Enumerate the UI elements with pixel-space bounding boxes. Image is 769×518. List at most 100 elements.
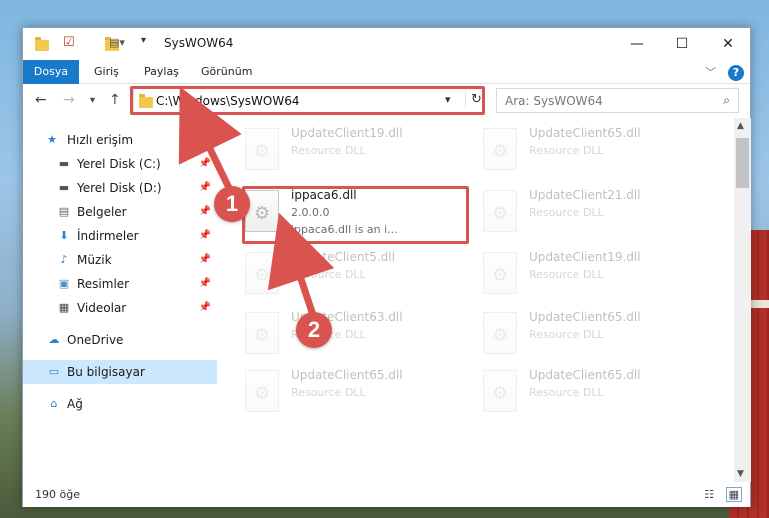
dll-file-icon [245, 312, 279, 354]
sidebar-item-label: OneDrive [67, 333, 124, 347]
sidebar-item-label: İndirmeler [77, 229, 139, 243]
details-view-icon[interactable]: ☷ [704, 488, 714, 501]
sidebar-item-label: Bu bilgisayar [67, 365, 145, 379]
pin-icon[interactable]: 📌 [199, 296, 211, 320]
file-name: UpdateClient19.dll [529, 250, 641, 264]
customize-toolbar-icon[interactable]: ▤▾ [109, 36, 125, 49]
sidebar-item-local-disk-c[interactable]: ▬ Yerel Disk (C:) 📌 [23, 152, 217, 176]
tab-share[interactable]: Paylaş [144, 60, 179, 84]
scroll-thumb[interactable] [736, 138, 749, 188]
sidebar-item-onedrive[interactable]: ☁ OneDrive [23, 328, 217, 352]
sidebar-item-label: Müzik [77, 253, 112, 267]
file-item[interactable]: UpdateClient5.dll Resource DLL [243, 250, 463, 304]
properties-icon[interactable]: ☑ [63, 35, 75, 50]
file-item[interactable]: UpdateClient21.dll Resource DLL [481, 188, 701, 242]
sidebar-item-music[interactable]: ♪ Müzik 📌 [23, 248, 217, 272]
recent-locations-icon[interactable]: ▾ [90, 95, 95, 106]
file-name: UpdateClient5.dll [291, 250, 395, 264]
expand-ribbon-icon[interactable]: ﹀ [705, 66, 716, 79]
sidebar-item-local-disk-d[interactable]: ▬ Yerel Disk (D:) 📌 [23, 176, 217, 200]
pin-icon[interactable]: 📌 [199, 200, 211, 224]
navigation-pane: ★ Hızlı erişim ▬ Yerel Disk (C:) 📌 ▬ Yer… [23, 118, 217, 482]
tiles-view-icon[interactable]: ▦ [725, 487, 742, 502]
file-list: UpdateClient19.dll Resource DLL UpdateCl… [219, 118, 733, 482]
pin-icon[interactable]: 📌 [199, 224, 211, 248]
network-icon: ⌂ [50, 397, 58, 410]
tab-file[interactable]: Dosya [23, 60, 79, 84]
sidebar-item-label: Yerel Disk (C:) [77, 157, 161, 171]
file-highlight-box [242, 186, 469, 244]
sidebar-item-label: Videolar [77, 301, 127, 315]
sidebar-item-label: Ağ [67, 397, 83, 411]
file-description: Resource DLL [529, 328, 604, 341]
ribbon-tabs: Dosya Giriş Paylaş Görünüm ﹀ ? [23, 60, 750, 84]
dll-file-icon [245, 252, 279, 294]
navigation-bar: ← → ▾ ↑ C:\Windows\SysWOW64 ▾ ↻ Ara: Sys… [23, 86, 750, 116]
sidebar-item-network[interactable]: ⌂ Ağ [23, 392, 217, 416]
title-bar: ☑ ▤▾ ▾ SysWOW64 — ☐ ✕ [23, 28, 750, 60]
help-icon[interactable]: ? [728, 65, 744, 81]
search-input[interactable]: Ara: SysWOW64 [505, 94, 603, 108]
annotation-badge-2: 2 [296, 312, 332, 348]
music-icon: ♪ [60, 253, 68, 266]
file-name: UpdateClient65.dll [529, 368, 641, 382]
sidebar-item-quick-access[interactable]: ★ Hızlı erişim [23, 128, 217, 152]
dll-file-icon [483, 312, 517, 354]
file-item[interactable]: UpdateClient65.dll Resource DLL [481, 310, 701, 364]
file-description: Resource DLL [529, 386, 604, 399]
drive-icon: ▬ [58, 157, 70, 170]
file-name: UpdateClient21.dll [529, 188, 641, 202]
pin-icon[interactable]: 📌 [199, 248, 211, 272]
item-count: 190 öğe [35, 488, 80, 501]
tab-home[interactable]: Giriş [94, 60, 119, 84]
file-item[interactable]: UpdateClient19.dll Resource DLL [243, 126, 463, 180]
sidebar-item-videos[interactable]: ▦ Videolar 📌 [23, 296, 217, 320]
dll-file-icon [245, 128, 279, 170]
annotation-badge-1: 1 [214, 186, 250, 222]
sidebar-item-documents[interactable]: ▤ Belgeler 📌 [23, 200, 217, 224]
sidebar-item-label: Yerel Disk (D:) [77, 181, 162, 195]
quick-access-dropdown-icon[interactable]: ▾ [141, 35, 146, 46]
file-description: Resource DLL [529, 144, 604, 157]
cloud-icon: ☁ [48, 333, 60, 346]
dll-file-icon [483, 190, 517, 232]
minimize-button[interactable]: — [614, 28, 660, 60]
sidebar-item-label: Resimler [77, 277, 130, 291]
search-box[interactable]: Ara: SysWOW64 ⌕ [496, 88, 739, 113]
file-item[interactable]: UpdateClient65.dll Resource DLL [243, 368, 463, 422]
forward-arrow-icon[interactable]: → [63, 92, 75, 108]
file-item[interactable]: UpdateClient19.dll Resource DLL [481, 250, 701, 304]
dll-file-icon [483, 252, 517, 294]
file-description: Resource DLL [291, 386, 366, 399]
dll-file-icon [483, 128, 517, 170]
back-arrow-icon[interactable]: ← [35, 92, 47, 108]
download-icon: ⬇ [59, 229, 69, 242]
pin-icon[interactable]: 📌 [199, 176, 211, 200]
up-arrow-icon[interactable]: ↑ [109, 92, 121, 108]
sidebar-item-downloads[interactable]: ⬇ İndirmeler 📌 [23, 224, 217, 248]
scroll-up-icon[interactable]: ▲ [737, 121, 744, 131]
close-button[interactable]: ✕ [705, 28, 751, 60]
star-icon: ★ [47, 133, 57, 146]
sidebar-item-this-pc[interactable]: ▭ Bu bilgisayar [23, 360, 217, 384]
sidebar-item-pictures[interactable]: ▣ Resimler 📌 [23, 272, 217, 296]
file-item[interactable]: UpdateClient65.dll Resource DLL [481, 368, 701, 422]
folder-icon [35, 37, 49, 51]
maximize-button[interactable]: ☐ [659, 28, 705, 60]
file-description: Resource DLL [291, 144, 366, 157]
sidebar-item-label: Hızlı erişim [67, 133, 134, 147]
file-item[interactable]: UpdateClient63.dll Resource DLL [243, 310, 463, 364]
file-item[interactable]: UpdateClient65.dll Resource DLL [481, 126, 701, 180]
scroll-down-icon[interactable]: ▼ [737, 469, 744, 479]
search-icon[interactable]: ⌕ [723, 93, 730, 108]
pin-icon[interactable]: 📌 [199, 152, 211, 176]
file-name: UpdateClient19.dll [291, 126, 403, 140]
status-bar: 190 öğe ☷ ▦ [23, 484, 750, 507]
tab-view[interactable]: Görünüm [201, 60, 252, 84]
vertical-scrollbar[interactable]: ▲ ▼ [734, 118, 751, 482]
view-toggle: ☷ ▦ [704, 487, 742, 502]
file-description: Resource DLL [529, 268, 604, 281]
computer-icon: ▭ [48, 365, 60, 378]
file-name: UpdateClient65.dll [529, 310, 641, 324]
pin-icon[interactable]: 📌 [199, 272, 211, 296]
